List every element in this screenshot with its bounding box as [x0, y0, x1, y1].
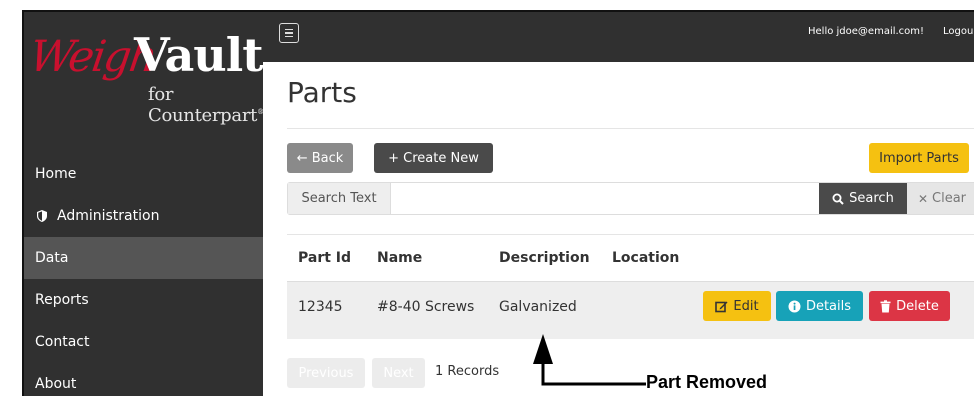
hamburger-icon-line — [285, 28, 293, 31]
divider — [287, 128, 974, 129]
divider — [287, 234, 974, 235]
sidebar-item-administration[interactable]: Administration — [24, 195, 263, 237]
weighvault-logo[interactable]: Weigh Vault for Counterpart® — [26, 24, 264, 128]
shield-icon — [37, 210, 47, 222]
logo-subtitle-text: for Counterpart — [148, 84, 258, 126]
close-icon: ✕ — [917, 191, 929, 206]
search-bar: Search Text Search ✕ Clear — [287, 182, 974, 215]
records-count: 1 Records — [435, 364, 500, 379]
delete-button-label: Delete — [896, 298, 939, 314]
search-input[interactable] — [392, 183, 819, 214]
user-greeting: Hello jdoe@email.com! — [808, 26, 925, 37]
clear-button[interactable]: ✕ Clear — [907, 183, 974, 214]
column-header-description: Description — [499, 250, 590, 266]
edit-button[interactable]: Edit — [703, 291, 771, 321]
sidebar-item-label: Reports — [35, 292, 89, 308]
sidebar-item-label: Data — [35, 250, 69, 266]
sidebar-item-data[interactable]: Data — [24, 237, 263, 279]
import-parts-button[interactable]: Import Parts — [869, 143, 969, 173]
edit-button-label: Edit — [733, 298, 759, 314]
top-navbar: Hello jdoe@email.com! Logou — [263, 12, 974, 62]
hamburger-menu-button[interactable] — [279, 23, 299, 43]
logo-subtitle: for Counterpart® — [148, 84, 264, 126]
next-page-button[interactable]: Next — [372, 358, 425, 388]
clear-button-label: Clear — [932, 191, 967, 206]
search-text-label: Search Text — [288, 183, 391, 214]
column-header-location: Location — [612, 250, 680, 266]
column-header-name: Name — [377, 250, 423, 266]
details-button[interactable]: Details — [776, 291, 863, 321]
sidebar-item-label: Administration — [57, 208, 160, 224]
back-button[interactable]: ← Back — [287, 143, 353, 173]
logo-vault-text: Vault — [134, 28, 263, 82]
sidebar: Weigh Vault for Counterpart® Home Admini… — [24, 12, 264, 396]
search-button-label: Search — [849, 191, 894, 206]
logout-link[interactable]: Logou — [943, 26, 973, 37]
previous-page-button[interactable]: Previous — [287, 358, 365, 388]
sidebar-item-label: Contact — [35, 334, 90, 350]
sidebar-item-label: Home — [35, 166, 77, 182]
cell-part-id: 12345 — [298, 299, 343, 315]
sidebar-item-reports[interactable]: Reports — [24, 279, 263, 321]
main-content: Parts ← Back + Create New Import Parts S… — [263, 62, 974, 396]
trash-icon — [880, 299, 891, 312]
hamburger-icon-line — [285, 32, 293, 34]
page-title: Parts — [287, 76, 357, 109]
hamburger-icon-line — [285, 35, 293, 38]
column-header-part-id: Part Id — [298, 250, 352, 266]
create-new-button[interactable]: + Create New — [374, 143, 493, 173]
app-window: Weigh Vault for Counterpart® Home Admini… — [22, 10, 974, 396]
cell-description: Galvanized — [499, 299, 577, 315]
sidebar-nav: Home Administration Data Reports Contact… — [24, 153, 263, 396]
annotation-label: Part Removed — [646, 372, 768, 392]
sidebar-item-label: About — [35, 376, 77, 392]
sidebar-item-contact[interactable]: Contact — [24, 321, 263, 363]
delete-button[interactable]: Delete — [869, 291, 950, 321]
sidebar-item-about[interactable]: About — [24, 363, 263, 396]
details-button-label: Details — [805, 298, 852, 314]
sidebar-item-home[interactable]: Home — [24, 153, 263, 195]
search-button[interactable]: Search — [819, 183, 907, 214]
search-icon — [832, 193, 844, 205]
cell-name: #8-40 Screws — [377, 299, 475, 315]
edit-icon — [715, 301, 728, 312]
info-icon — [788, 300, 801, 312]
